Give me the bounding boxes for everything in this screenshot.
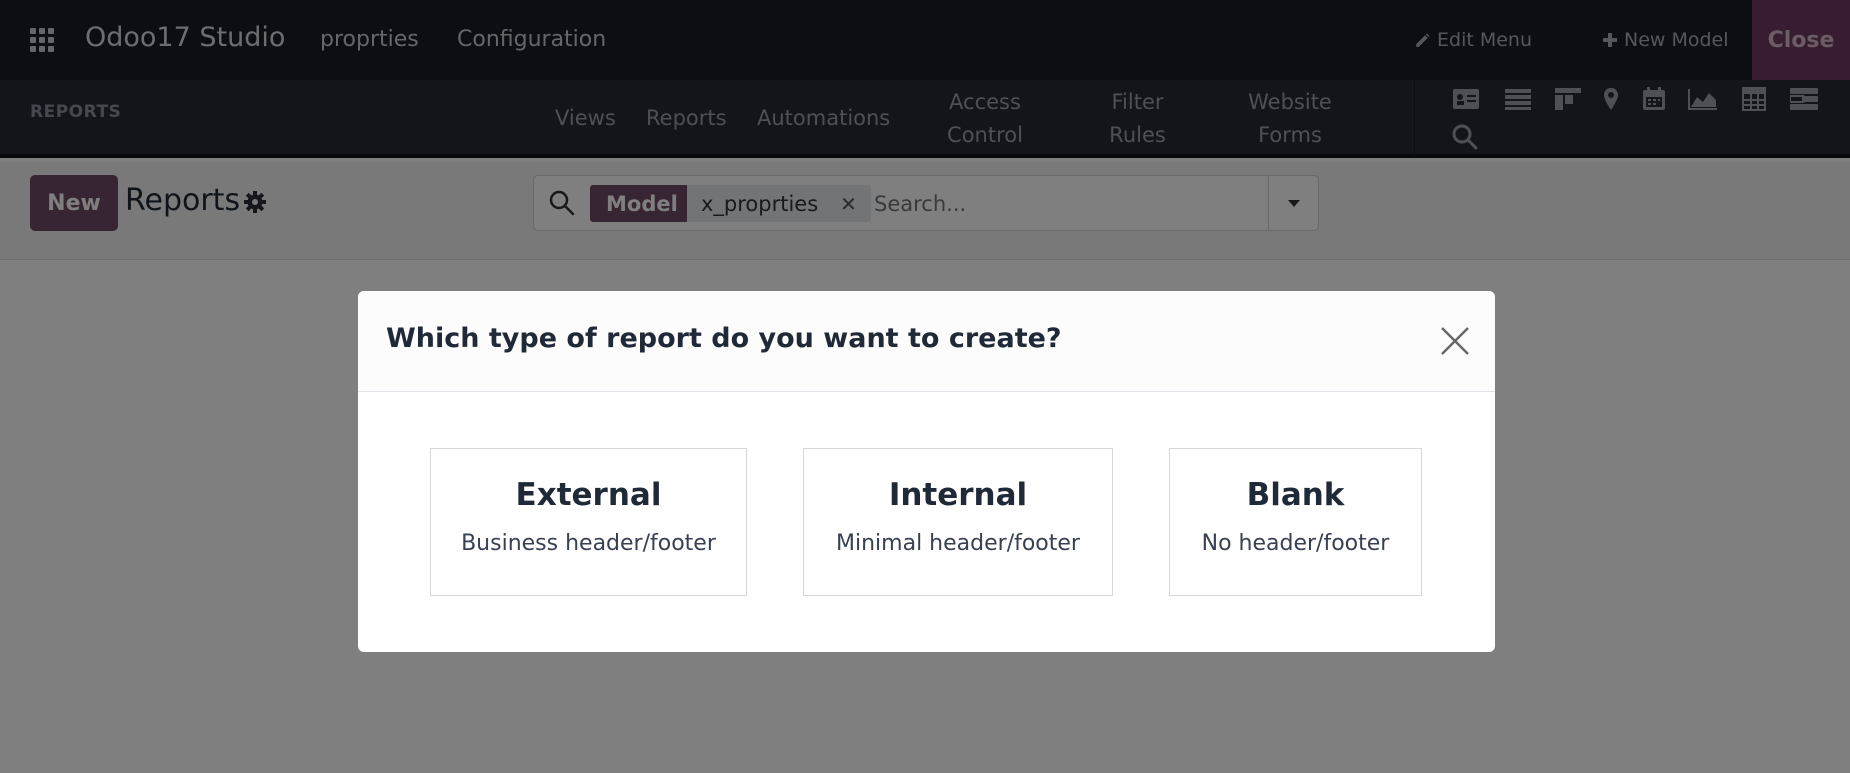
option-subtitle: No header/footer <box>1201 531 1390 556</box>
option-title: Internal <box>888 477 1028 513</box>
report-type-dialog: Which type of report do you want to crea… <box>358 291 1495 652</box>
option-title: External <box>515 477 662 513</box>
option-subtitle: Business header/footer <box>461 531 716 556</box>
option-subtitle: Minimal header/footer <box>836 531 1080 556</box>
dialog-header: Which type of report do you want to crea… <box>358 291 1495 392</box>
report-option-blank[interactable]: Blank No header/footer <box>1169 448 1422 596</box>
report-option-external[interactable]: External Business header/footer <box>430 448 747 596</box>
option-title: Blank <box>1246 477 1345 513</box>
report-option-internal[interactable]: Internal Minimal header/footer <box>803 448 1113 596</box>
dialog-title: Which type of report do you want to crea… <box>386 323 1062 354</box>
close-icon[interactable] <box>1439 325 1471 357</box>
